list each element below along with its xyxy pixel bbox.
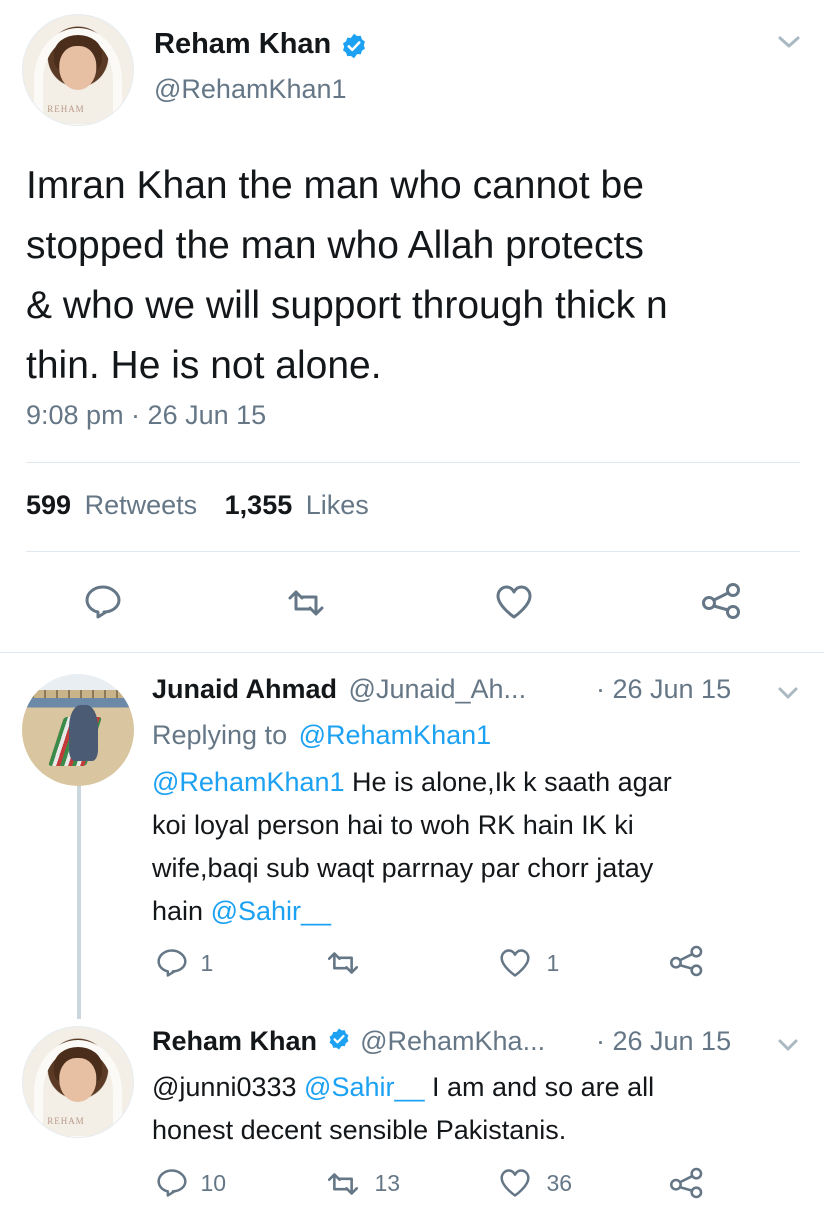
reply-avatar[interactable]: REHAM [22,1026,134,1138]
avatar-watermark: REHAM [47,1116,85,1126]
likes-stat[interactable]: 1,355 Likes [225,490,369,520]
mention-link[interactable]: @Sahir__ [304,1072,424,1102]
reply-text-line: @RehamKhan1 He is alone,Ik k saath agar [152,761,672,804]
reply-text-segment: He is alone,Ik k saath agar [344,767,672,797]
author-name-row: Reham Khan [154,28,368,68]
like-label: Likes [305,490,369,520]
reply-text-segment: hain [152,896,211,926]
thread-line [77,784,81,1019]
retweet-action[interactable]: 13 [324,1170,400,1197]
reply-text: @RehamKhan1 He is alone,Ik k saath agar … [152,761,672,933]
reply-text-line: honest decent sensible Pakistanis. [152,1115,567,1145]
share-icon[interactable] [668,944,706,983]
retweet-count: 13 [374,1170,401,1196]
tweet-text: Imran Khan the man who cannot be stopped… [26,156,668,396]
reply-icon [156,948,188,978]
reply-text-line: koi loyal person hai to woh RK hain IK k… [152,810,634,840]
replying-to: Replying to @RehamKhan1 [152,720,491,751]
reply-date[interactable]: · 26 Jun 15 [596,1026,731,1057]
retweet-count: 599 [26,490,72,520]
retweets-stat[interactable]: 599 Retweets [26,490,205,520]
reply-header: Junaid Ahmad @Junaid_Ah... [152,674,526,705]
tweet-text-line: Imran Khan the man who cannot be [26,164,644,207]
heart-icon[interactable] [494,584,534,620]
like-count: 1 [546,949,560,976]
avatar-watermark: REHAM [47,104,85,114]
like-action[interactable]: 1 [498,948,559,978]
engagement-stats: 599 Retweets 1,355 Likes [26,490,369,521]
mention-link[interactable]: @junni0333 [152,1072,297,1102]
reply-icon [156,1168,188,1198]
retweet-icon [324,1171,362,1197]
replying-to-label: Replying to [152,720,288,750]
reply-text: @junni0333 @Sahir__ I am and so are all … [152,1066,654,1152]
tweet-timestamp[interactable]: 9:08 pm · 26 Jun 15 [26,400,266,431]
like-action[interactable]: 36 [498,1168,572,1198]
divider [26,551,800,552]
reply-text-line: @junni0333 @Sahir__ I am and so are all [152,1066,654,1109]
like-count: 1,355 [224,490,293,520]
reply-action[interactable]: 1 [156,948,213,978]
chevron-down-icon[interactable] [776,32,802,52]
reply-count: 1 [200,949,214,976]
replying-to-mention[interactable]: @RehamKhan1 [299,720,492,750]
chevron-down-icon[interactable] [776,684,800,702]
chevron-down-icon[interactable] [776,1036,800,1054]
divider [0,652,824,653]
reply-count: 10 [200,1169,227,1196]
reply-author-handle[interactable]: @RehamKha... [360,1026,545,1056]
heart-icon [498,948,532,978]
tweet-text-line: & who we will support through thick n [26,284,668,327]
reply-date[interactable]: · 26 Jun 15 [596,674,731,705]
share-icon[interactable] [700,581,744,621]
reply-author-name[interactable]: Reham Khan [152,1026,317,1056]
heart-icon [498,1168,532,1198]
retweet-label: Retweets [84,490,198,520]
divider [26,462,800,463]
reply-header: Reham Khan @RehamKha... [152,1026,545,1058]
retweet-icon[interactable] [284,588,328,618]
retweet-icon [324,950,362,976]
retweet-action[interactable] [324,950,362,976]
reply-action[interactable]: 10 [156,1168,226,1198]
like-count: 36 [546,1169,573,1196]
reply-text-line: wife,baqi sub waqt parrnay par chorr jat… [152,853,654,883]
reply-text-line: hain @Sahir__ [152,890,672,933]
reply-author-handle[interactable]: @Junaid_Ah... [349,674,527,704]
mention-link[interactable]: @Sahir__ [211,896,331,926]
verified-badge-icon [327,1027,351,1058]
reply-author-name[interactable]: Junaid Ahmad [152,674,337,704]
share-icon[interactable] [668,1166,706,1205]
reply-avatar[interactable] [22,674,134,786]
verified-badge-icon [340,32,368,65]
author-name[interactable]: Reham Khan [154,28,331,60]
author-handle[interactable]: @RehamKhan1 [154,74,347,105]
reply-icon[interactable] [84,584,122,620]
tweet-text-line: thin. He is not alone. [26,344,382,387]
reply-text-segment: I am and so are all [424,1072,655,1102]
mention-link[interactable]: @RehamKhan1 [152,767,345,797]
author-avatar[interactable]: REHAM [22,14,134,126]
tweet-text-line: stopped the man who Allah protects [26,224,644,267]
